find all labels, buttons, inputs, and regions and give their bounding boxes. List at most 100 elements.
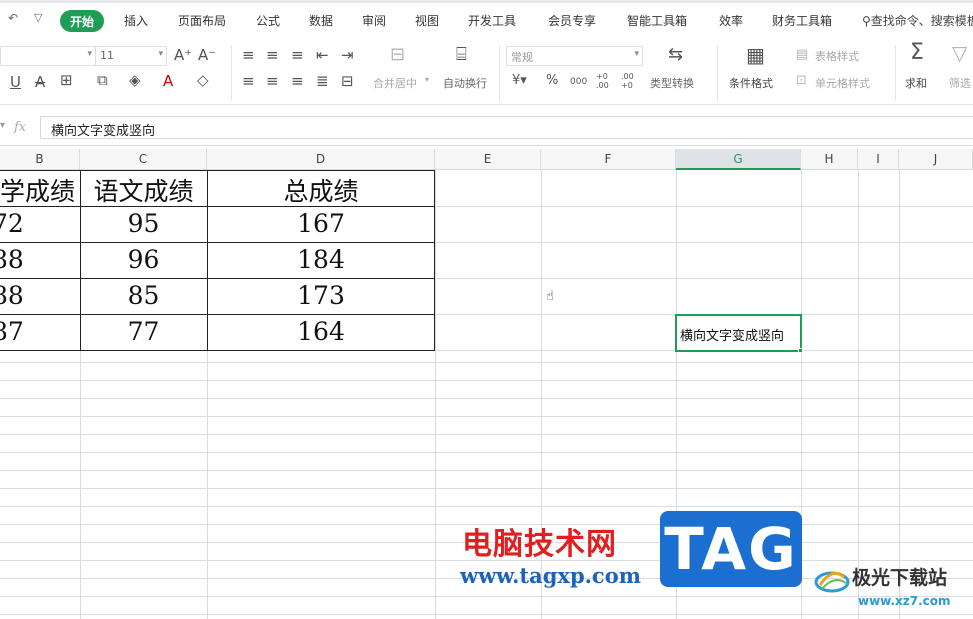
type-convert-button[interactable]: 类型转换 xyxy=(650,75,694,91)
ribbon-separator xyxy=(499,45,500,101)
justify-icon[interactable]: ≣ xyxy=(316,73,329,89)
table-cell[interactable]: 87 xyxy=(0,317,72,346)
eraser-icon[interactable]: ◇ xyxy=(197,72,209,88)
column-header-h[interactable]: H xyxy=(801,149,858,170)
align-top-icon[interactable]: ≡ xyxy=(242,47,255,63)
wrap-text-icon[interactable]: ⌸ xyxy=(456,46,467,64)
tab-review[interactable]: 审阅 xyxy=(362,12,386,29)
table-cell[interactable]: 88 xyxy=(0,281,72,310)
font-color-icon[interactable]: A xyxy=(163,73,173,89)
cell-d-header[interactable]: 总成绩 xyxy=(207,172,435,208)
decimal-decrease-icon[interactable]: .00 +0 xyxy=(621,72,641,90)
gridline xyxy=(435,170,436,619)
tab-formulas[interactable]: 公式 xyxy=(256,12,280,29)
gridline xyxy=(0,452,973,453)
align-left-icon[interactable]: ≡ xyxy=(242,73,255,89)
thousands-separator-icon[interactable]: 000 xyxy=(570,74,587,90)
font-grow-icon[interactable]: A⁺ xyxy=(174,47,192,63)
column-header-g[interactable]: G xyxy=(676,149,801,170)
tab-home[interactable]: 开始 xyxy=(60,10,105,32)
conditional-format-icon[interactable]: ▦ xyxy=(746,45,765,65)
currency-icon[interactable]: ¥▾ xyxy=(512,73,527,89)
merge-center-button[interactable]: 合并居中 xyxy=(373,75,417,91)
table-cell[interactable]: 95 xyxy=(80,209,207,238)
indent-increase-icon[interactable]: ⇥ xyxy=(341,47,354,63)
tab-data[interactable]: 数据 xyxy=(309,12,333,29)
table-border xyxy=(0,242,435,243)
tab-developer[interactable]: 开发工具 xyxy=(468,12,516,29)
indent-decrease-icon[interactable]: ⇤ xyxy=(316,47,329,63)
table-cell[interactable]: 88 xyxy=(0,245,72,274)
tab-page-layout[interactable]: 页面布局 xyxy=(178,12,226,29)
spreadsheet-app: ↶ ▽ 开始 插入 页面布局 公式 数据 审阅 视图 开发工具 会员专享 智能工… xyxy=(0,0,973,619)
table-style-icon[interactable]: ▤ xyxy=(796,47,808,63)
cell-style-button[interactable]: 单元格样式 xyxy=(815,75,870,91)
tab-insert[interactable]: 插入 xyxy=(124,12,148,29)
cell-b-header[interactable]: 学成绩 xyxy=(0,172,80,208)
number-format-select[interactable]: 常规 ▾ xyxy=(506,46,643,66)
column-header-c[interactable]: C xyxy=(80,149,207,170)
active-cell-g[interactable]: 横向文字变成竖向 xyxy=(675,314,802,352)
sum-icon[interactable]: Σ xyxy=(910,42,924,64)
align-center-icon[interactable]: ≡ xyxy=(266,73,279,89)
table-border xyxy=(0,278,435,279)
strikethrough-icon[interactable]: A xyxy=(35,74,45,90)
wrap-text-button[interactable]: 自动换行 xyxy=(443,75,487,91)
table-cell[interactable]: 72 xyxy=(0,209,72,238)
watermark-site-name: 极光下载站 xyxy=(852,567,948,589)
column-header-d[interactable]: D xyxy=(207,149,435,170)
column-header-i[interactable]: I xyxy=(858,149,899,170)
conditional-format-button[interactable]: 条件格式 xyxy=(729,75,773,91)
filter-button[interactable]: 筛选 xyxy=(949,75,971,91)
column-header-b[interactable]: B xyxy=(0,149,80,170)
tab-view[interactable]: 视图 xyxy=(415,12,439,29)
fill-handle[interactable] xyxy=(798,348,803,353)
distributed-align-icon[interactable]: ⊟ xyxy=(341,73,354,89)
undo-icon[interactable]: ↶ xyxy=(8,11,18,25)
search-icon: ⚲ xyxy=(862,14,871,28)
table-style-button[interactable]: 表格样式 xyxy=(815,48,859,64)
tab-efficiency[interactable]: 效率 xyxy=(719,12,743,29)
border-icon[interactable]: ⊞ xyxy=(60,72,73,88)
tab-smart-toolbox[interactable]: 智能工具箱 xyxy=(627,12,687,29)
fill-pattern-icon[interactable]: ⧉ xyxy=(97,72,108,88)
type-convert-icon[interactable]: ⇆ xyxy=(668,46,683,64)
font-name-select[interactable]: ▾ xyxy=(0,46,96,66)
font-shrink-icon[interactable]: A⁻ xyxy=(198,47,216,63)
column-header-f[interactable]: F xyxy=(541,149,676,170)
align-bottom-icon[interactable]: ≡ xyxy=(291,47,304,63)
formula-input[interactable]: 横向文字变成竖向 xyxy=(40,116,973,139)
table-cell[interactable]: 77 xyxy=(80,317,207,346)
tab-finance-toolbox[interactable]: 财务工具箱 xyxy=(772,12,832,29)
decimal-increase-icon[interactable]: +0 .00 xyxy=(596,72,616,90)
aurora-logo-icon xyxy=(814,571,850,593)
percent-icon[interactable]: % xyxy=(546,73,558,89)
align-right-icon[interactable]: ≡ xyxy=(291,73,304,89)
table-cell[interactable]: 164 xyxy=(207,317,435,346)
fill-color-icon[interactable]: ◈ xyxy=(129,72,141,88)
table-cell[interactable]: 184 xyxy=(207,245,435,274)
underline-icon[interactable]: U xyxy=(10,74,21,90)
merge-center-icon[interactable]: ⊟ xyxy=(390,46,405,64)
cell-c-header[interactable]: 语文成绩 xyxy=(80,172,207,208)
table-border xyxy=(0,314,435,315)
filter-icon[interactable]: ▽ xyxy=(952,43,967,63)
chevron-down-icon: ▾ xyxy=(87,49,92,59)
table-cell[interactable]: 85 xyxy=(80,281,207,310)
table-border xyxy=(0,350,435,351)
column-header-j[interactable]: J xyxy=(899,149,973,170)
table-cell[interactable]: 167 xyxy=(207,209,435,238)
worksheet-grid[interactable]: B C D E F G H I J 学成绩 语文成绩 总成绩 2 95 167 … xyxy=(0,149,973,619)
tab-member[interactable]: 会员专享 xyxy=(548,12,596,29)
quick-access-dropdown-icon[interactable]: ▽ xyxy=(34,11,42,24)
font-size-select[interactable]: 11 ▾ xyxy=(95,46,167,66)
insert-function-icon[interactable]: fx xyxy=(14,120,26,135)
cell-style-icon[interactable]: ⊡ xyxy=(796,73,807,89)
table-cell[interactable]: 96 xyxy=(80,245,207,274)
column-header-e[interactable]: E xyxy=(435,149,541,170)
align-middle-icon[interactable]: ≡ xyxy=(266,47,279,63)
chevron-down-icon[interactable]: ▾ xyxy=(0,120,5,131)
table-cell[interactable]: 173 xyxy=(207,281,435,310)
command-search[interactable]: ⚲查找命令、搜索模板 xyxy=(862,12,973,29)
sum-button[interactable]: 求和 xyxy=(905,75,927,91)
